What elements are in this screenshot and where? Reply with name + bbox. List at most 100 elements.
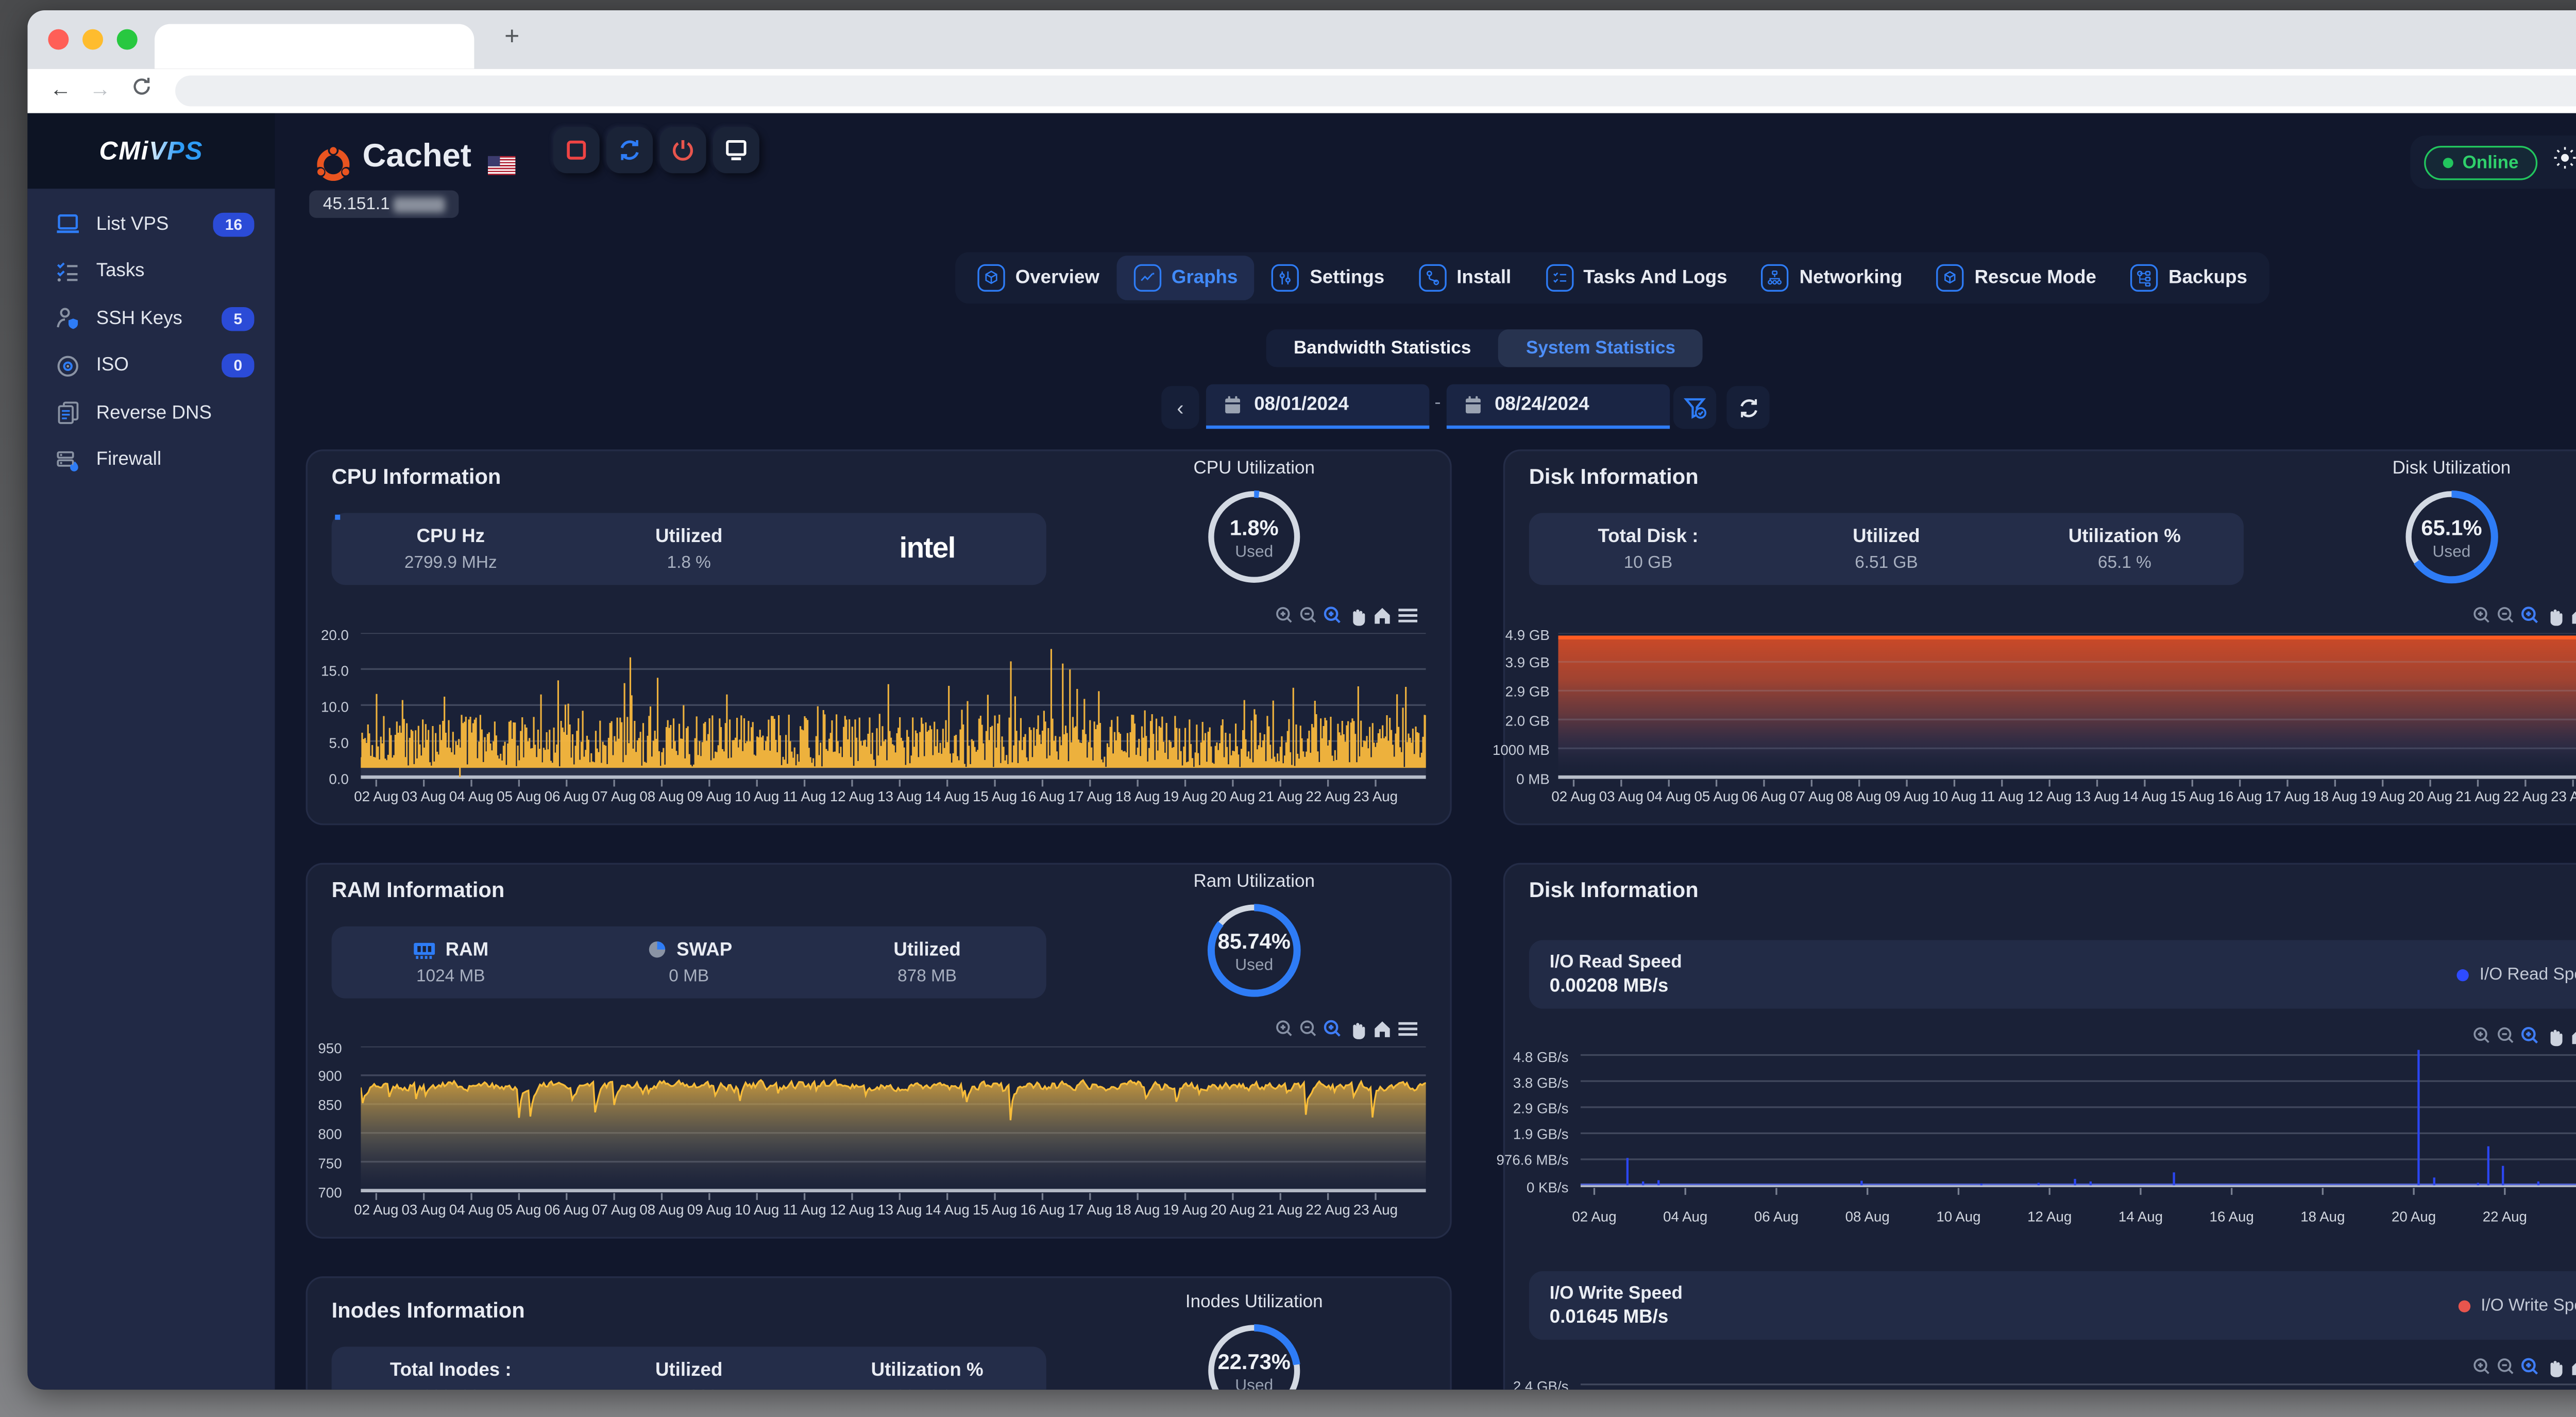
home-icon[interactable] [1375,608,1389,624]
address-bar[interactable] [175,75,2576,106]
home-icon[interactable] [2572,1028,2576,1044]
apply-filter-button[interactable] [1673,386,1716,429]
us-flag-icon [488,156,515,175]
zoom-out-icon[interactable] [2499,608,2513,622]
back-icon[interactable]: ← [50,77,72,102]
hamburger-menu-icon[interactable] [1398,610,1417,621]
sidebar-item-ssh-keys[interactable]: SSH Keys 5 [27,295,275,343]
x-tick-label: 13 Aug [877,787,922,804]
stat-total-inodes: Total Inodes : 638720 [332,1359,570,1389]
brand-logo[interactable]: CMiVPS [27,113,275,189]
task-list-icon [55,259,81,284]
chart-toolbar [1275,1019,1422,1041]
reboot-vps-button[interactable] [606,127,653,173]
tab-settings[interactable]: Settings [1255,256,1402,300]
x-tick-label: 10 Aug [735,1201,779,1218]
browser-tab[interactable] [155,24,474,69]
console-button[interactable] [713,127,759,173]
tab-graphs[interactable]: Graphs [1116,256,1255,300]
gauge-ring: 85.74%Used [1199,896,1309,1005]
previous-range-button[interactable]: ‹ [1161,386,1199,429]
server-flame-icon [55,447,81,473]
power-off-button[interactable] [659,127,706,173]
date-from-input[interactable]: 08/01/2024 [1206,384,1429,429]
tab-label: Settings [1310,267,1384,288]
bandwidth-statistics-option[interactable]: Bandwidth Statistics [1266,329,1499,367]
home-icon[interactable] [1375,1021,1389,1037]
pan-icon[interactable] [2551,610,2563,626]
tab-label: Install [1456,267,1511,288]
box-zoom-icon[interactable] [2522,1359,2537,1374]
x-tick-label: 21 Aug [2455,787,2500,804]
hamburger-menu-icon[interactable] [1398,1023,1417,1034]
close-window-button[interactable] [48,29,69,50]
chart-toolbar-icons [1275,605,1422,628]
zoom-out-icon[interactable] [1301,1021,1315,1035]
stat-inodes-utilized: Utilized 145202 [570,1359,808,1389]
chart-toolbar [2472,1026,2576,1048]
new-tab-button[interactable]: + [495,22,529,52]
box-zoom-icon[interactable] [2522,608,2537,622]
x-tick-label: 22 Aug [2503,787,2548,804]
stop-vps-button[interactable] [553,127,600,173]
x-tick-label: 09 Aug [687,1201,732,1218]
io-read-legend[interactable]: I/O Read Speed [2457,966,2576,985]
box-zoom-icon[interactable] [2522,1028,2537,1042]
zoom-in-icon[interactable] [1277,1021,1291,1035]
vps-ip-chip[interactable]: 45.151.1 [309,191,459,218]
x-tick-label: 08 Aug [1845,1208,1890,1225]
x-axis-labels: 02 Aug04 Aug06 Aug08 Aug10 Aug12 Aug14 A… [1581,1208,2576,1228]
stat-cpu-hz: CPU Hz 2799.9 MHz [332,526,570,572]
refresh-charts-button[interactable] [1726,386,1769,429]
io-write-legend[interactable]: I/O Write Speed [2459,1297,2576,1316]
home-icon[interactable] [2572,608,2576,624]
sidebar-item-tasks[interactable]: Tasks [27,248,275,295]
tab-tasks-and-logs[interactable]: Tasks And Logs [1529,256,1744,300]
tab-backups[interactable]: Backups [2113,256,2264,300]
forward-icon[interactable]: → [89,77,111,102]
pan-icon[interactable] [1353,610,1365,626]
reload-icon[interactable] [130,75,152,103]
sidebar-item-list-vps[interactable]: List VPS 16 [27,201,275,248]
zoom-in-icon[interactable] [2475,608,2488,622]
system-statistics-option[interactable]: System Statistics [1499,329,1703,367]
sidebar-item-iso[interactable]: ISO 0 [27,342,275,390]
memory-icon [413,939,437,960]
io-write-chart[interactable] [1581,1372,2576,1389]
tab-rescue-mode[interactable]: Rescue Mode [1920,256,2114,300]
pan-icon[interactable] [2551,1030,2563,1047]
x-tick-label: 12 Aug [2027,787,2072,804]
theme-toggle-sun-icon[interactable] [2553,146,2576,178]
zoom-out-icon[interactable] [2499,1028,2513,1042]
chart-toolbar [1275,605,1422,628]
svg-text:Used: Used [1235,542,1273,560]
zoom-in-icon[interactable] [2475,1028,2488,1042]
online-dot-icon [2444,157,2454,167]
browser-toolbar: ← → ⋮ [27,69,2576,113]
ram-usage-chart[interactable] [361,1047,1426,1204]
pan-icon[interactable] [1353,1023,1365,1039]
redacted-ip [393,196,445,212]
disk-usage-chart[interactable] [1558,633,2576,791]
box-zoom-icon[interactable] [1325,1021,1340,1036]
disk-stats-box: Total Disk : 10 GB Utilized 6.51 GB Util… [1529,513,2244,585]
zoom-out-icon[interactable] [2499,1359,2513,1373]
zoom-out-icon[interactable] [1301,608,1315,622]
sidebar-item-reverse-dns[interactable]: Reverse DNS [27,390,275,437]
tab-overview[interactable]: Overview [960,256,1116,300]
maximize-window-button[interactable] [117,29,138,50]
tab-install[interactable]: Install [1402,256,1529,300]
sidebar-item-firewall[interactable]: Firewall [27,436,275,484]
box-zoom-icon[interactable] [1325,608,1340,622]
cpu-usage-chart[interactable] [361,633,1426,791]
io-read-value: 0.00208 MB/s [1550,976,1668,997]
main-content: Cachet Online [275,113,2576,1390]
x-tick-label: 19 Aug [1163,787,1207,804]
date-to-input[interactable]: 08/24/2024 [1447,384,1670,429]
minimize-window-button[interactable] [82,29,103,50]
zoom-in-icon[interactable] [1277,608,1291,622]
stat-ram-utilized: Utilized 878 MB [808,939,1046,986]
tab-networking[interactable]: Networking [1744,256,1920,300]
zoom-in-icon[interactable] [2475,1359,2488,1373]
io-read-chart[interactable] [1581,1050,2576,1205]
